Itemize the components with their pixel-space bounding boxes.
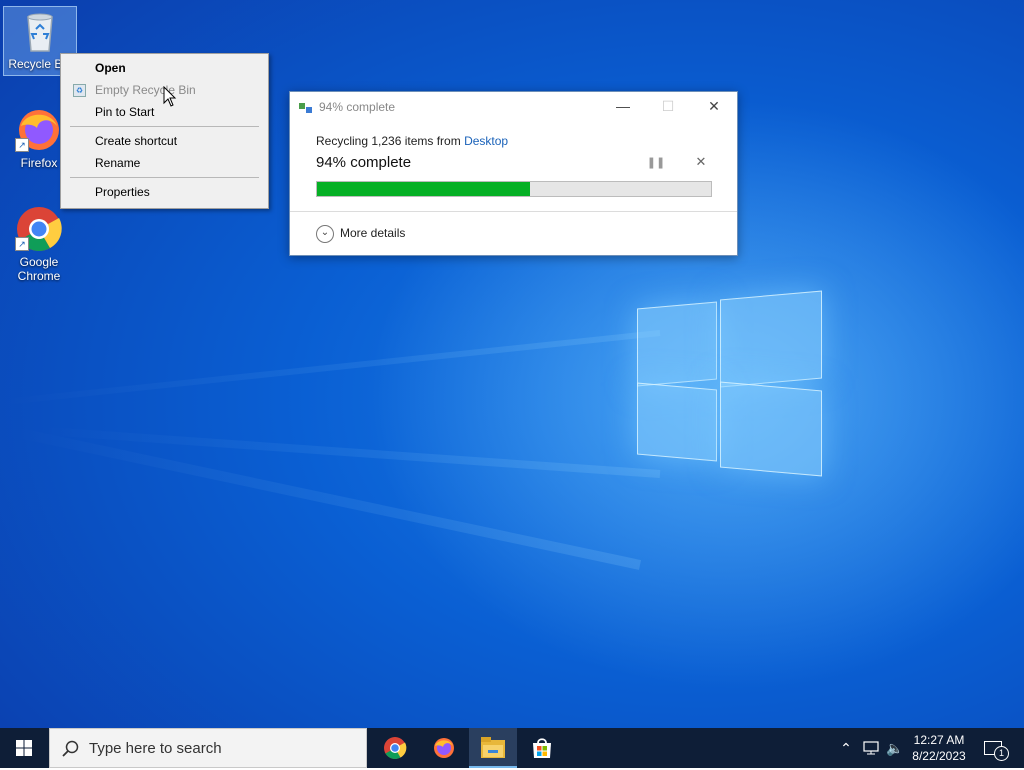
file-operation-icon — [299, 101, 313, 113]
taskbar-app-firefox[interactable] — [420, 728, 468, 768]
wallpaper-logo-pane — [720, 381, 822, 477]
clock-time: 12:27 AM — [913, 733, 965, 747]
close-button[interactable]: ✕ — [691, 92, 737, 121]
firefox-icon — [434, 738, 454, 758]
desktop: Recycle Bin ↗ Firefox ↗ Google Chrome Op… — [0, 0, 1024, 728]
taskbar-clock[interactable]: 12:27 AM 8/22/2023 — [906, 732, 972, 764]
search-placeholder: Type here to search — [89, 740, 222, 757]
taskbar-app-microsoft-store[interactable] — [518, 728, 566, 768]
wallpaper-logo-pane — [637, 301, 717, 387]
chrome-icon: ↗ — [15, 205, 63, 253]
volume-icon[interactable]: 🔈 — [884, 728, 906, 768]
desktop-icon-chrome[interactable]: ↗ Google Chrome — [3, 205, 75, 283]
start-button[interactable] — [0, 728, 48, 768]
more-details-button[interactable]: ⌄ More details — [316, 224, 406, 243]
file-explorer-icon — [481, 737, 505, 758]
firefox-icon: ↗ — [15, 106, 63, 154]
menu-separator — [70, 126, 259, 127]
source-folder-link[interactable]: Desktop — [464, 134, 508, 148]
cancel-button[interactable]: ✕ — [692, 154, 710, 172]
minimize-button[interactable]: — — [600, 92, 646, 121]
menu-item-rename[interactable]: Rename — [61, 152, 268, 174]
shortcut-arrow-icon: ↗ — [15, 138, 29, 152]
progress-bar-fill — [317, 182, 530, 196]
menu-item-create-shortcut[interactable]: Create shortcut — [61, 130, 268, 152]
search-icon — [62, 740, 79, 757]
dialog-divider — [290, 211, 737, 212]
taskbar-app-chrome[interactable] — [371, 728, 419, 768]
network-icon[interactable] — [860, 728, 882, 768]
wallpaper-beam — [3, 330, 661, 405]
menu-separator — [70, 177, 259, 178]
menu-item-properties[interactable]: Properties — [61, 181, 268, 203]
action-center-button[interactable]: 1 — [978, 728, 1009, 768]
taskbar-search-box[interactable]: Type here to search — [49, 728, 367, 768]
context-menu: Open ♻ Empty Recycle Bin Pin to Start Cr… — [60, 53, 269, 209]
recycle-bin-icon — [16, 7, 64, 55]
taskbar: Type here to search ⌃ 🔈 12:27 AM 8/22/20… — [0, 728, 1024, 768]
progress-bar — [316, 181, 712, 197]
pause-button[interactable]: ❚❚ — [646, 156, 666, 172]
menu-item-label: Empty Recycle Bin — [95, 83, 196, 97]
notification-icon: 1 — [984, 741, 1009, 761]
taskbar-app-file-explorer[interactable] — [469, 728, 517, 768]
clock-date: 8/22/2023 — [912, 749, 966, 763]
desktop-icon-label: Google Chrome — [17, 255, 61, 283]
maximize-button: ☐ — [661, 98, 675, 114]
percent-complete-text: 94% complete — [316, 154, 412, 171]
chrome-icon — [384, 737, 407, 759]
notification-count-badge: 1 — [994, 746, 1009, 761]
wallpaper-logo-pane — [720, 290, 822, 388]
recycling-status: Recycling 1,236 items from Desktop — [316, 134, 508, 148]
recycling-status-text: Recycling 1,236 items from — [316, 134, 465, 148]
recycle-small-icon: ♻ — [73, 84, 86, 97]
menu-item-open[interactable]: Open — [61, 57, 268, 79]
chevron-down-icon: ⌄ — [316, 224, 334, 243]
recycle-progress-dialog: 94% complete — ☐ ✕ Recycling 1,236 items… — [289, 91, 738, 256]
mouse-cursor-icon — [163, 86, 177, 107]
wallpaper-logo-pane — [637, 382, 717, 462]
microsoft-store-icon — [533, 738, 551, 758]
show-hidden-icons-chevron-up-icon[interactable]: ⌃ — [836, 728, 856, 768]
more-details-label: More details — [340, 226, 406, 240]
dialog-titlebar[interactable]: 94% complete — ☐ ✕ — [290, 92, 737, 121]
shortcut-arrow-icon: ↗ — [15, 237, 29, 251]
windows-logo-icon — [16, 740, 32, 756]
dialog-title: 94% complete — [319, 100, 396, 114]
